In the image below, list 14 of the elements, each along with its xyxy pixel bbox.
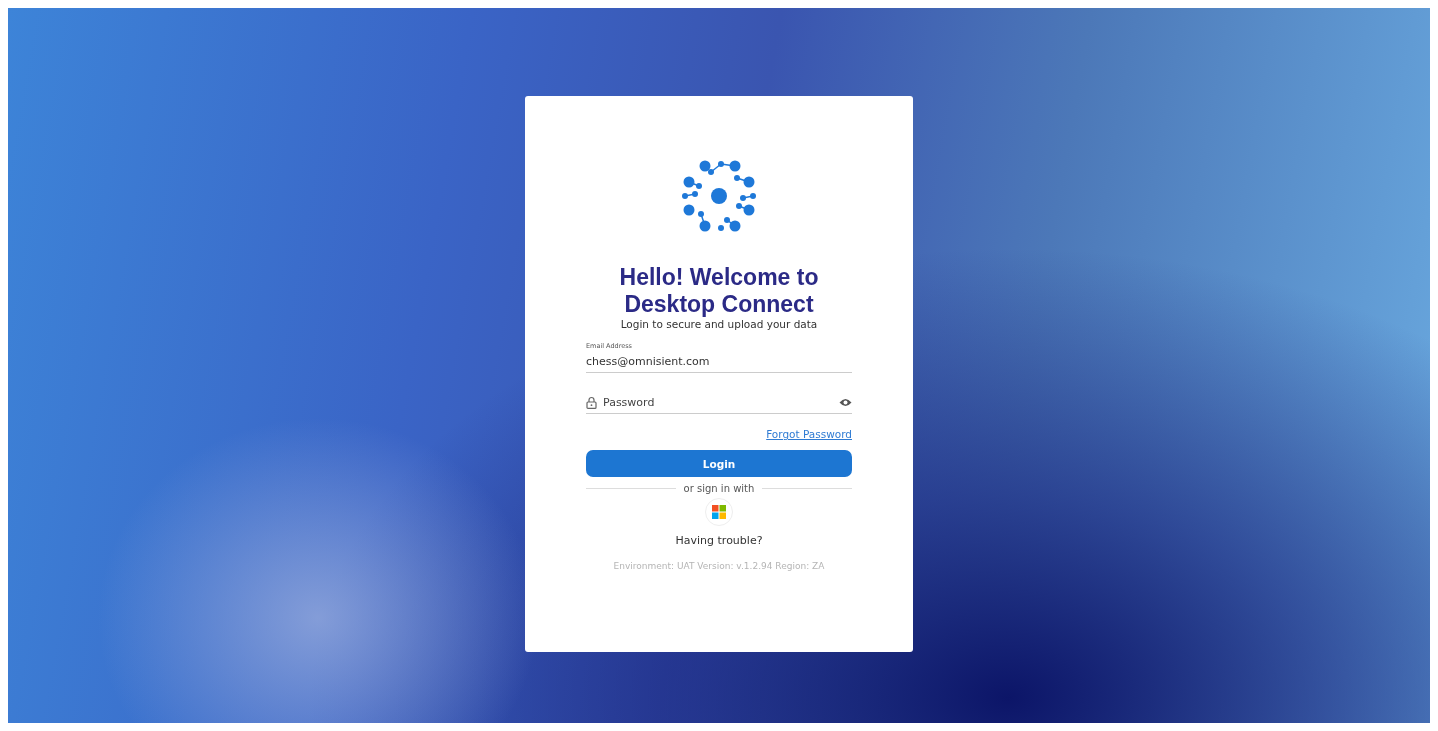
welcome-heading: Hello! Welcome to <box>618 264 820 291</box>
divider-text: or sign in with <box>683 483 755 494</box>
subtitle: Login to secure and upload your data <box>619 318 819 330</box>
help-text[interactable]: Having trouble? <box>586 534 852 547</box>
password-field[interactable]: Password <box>603 395 833 409</box>
sign-in-option-button[interactable] <box>705 498 733 526</box>
four-squares-icon <box>712 505 726 519</box>
forgot-password-link[interactable]: Forgot Password <box>766 428 852 440</box>
login-button[interactable]: Login <box>586 450 852 477</box>
eye-icon[interactable] <box>839 397 852 407</box>
environment-info: Environment: UAT Version: v.1.2.94 Region: ZA <box>612 561 826 571</box>
lock-icon <box>586 395 597 409</box>
welcome-heading: Desktop Connect <box>623 291 815 318</box>
email-field[interactable]: chess@omnisient.com <box>586 354 852 368</box>
